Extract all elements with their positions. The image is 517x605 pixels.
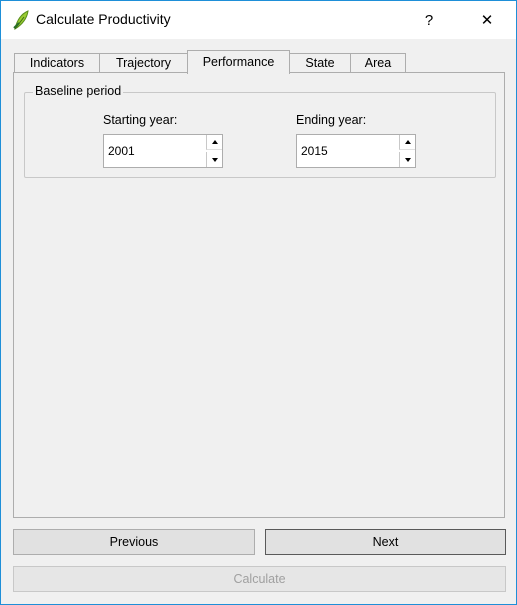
close-icon: ✕	[480, 12, 494, 29]
group-title: Baseline period	[33, 84, 124, 98]
close-button[interactable]: ✕	[464, 1, 510, 39]
ending-year-spinbox[interactable]	[296, 134, 416, 168]
ending-year-input[interactable]	[297, 135, 399, 167]
starting-year-label: Starting year:	[103, 113, 178, 127]
dialog-window: Calculate Productivity ? ✕ Indicators Tr…	[0, 0, 517, 605]
tab-area[interactable]: Area	[350, 53, 406, 72]
window-title: Calculate Productivity	[36, 11, 171, 27]
baseline-period-group: Baseline period Starting year: Ending ye…	[24, 84, 496, 178]
starting-year-spinbox[interactable]	[103, 134, 223, 168]
arrow-up-icon	[404, 140, 411, 144]
starting-year-increment[interactable]	[206, 135, 222, 150]
ending-year-label: Ending year:	[296, 113, 367, 127]
next-button[interactable]: Next	[265, 529, 506, 555]
ending-year-increment[interactable]	[399, 135, 415, 150]
help-button[interactable]: ?	[406, 1, 452, 39]
tab-state[interactable]: State	[289, 53, 351, 72]
ending-year-decrement[interactable]	[399, 152, 415, 167]
qgis-leaf-icon	[12, 10, 30, 31]
arrow-down-icon	[404, 157, 411, 162]
title-bar: Calculate Productivity ? ✕	[1, 1, 516, 39]
tab-indicators[interactable]: Indicators	[14, 53, 100, 72]
starting-year-decrement[interactable]	[206, 152, 222, 167]
tab-trajectory[interactable]: Trajectory	[99, 53, 188, 72]
tab-performance[interactable]: Performance	[187, 50, 290, 74]
arrow-down-icon	[211, 157, 218, 162]
calculate-button[interactable]: Calculate	[13, 566, 506, 592]
arrow-up-icon	[211, 140, 218, 144]
starting-year-input[interactable]	[104, 135, 206, 167]
previous-button[interactable]: Previous	[13, 529, 255, 555]
tab-panel-performance: Baseline period Starting year: Ending ye…	[13, 72, 505, 518]
